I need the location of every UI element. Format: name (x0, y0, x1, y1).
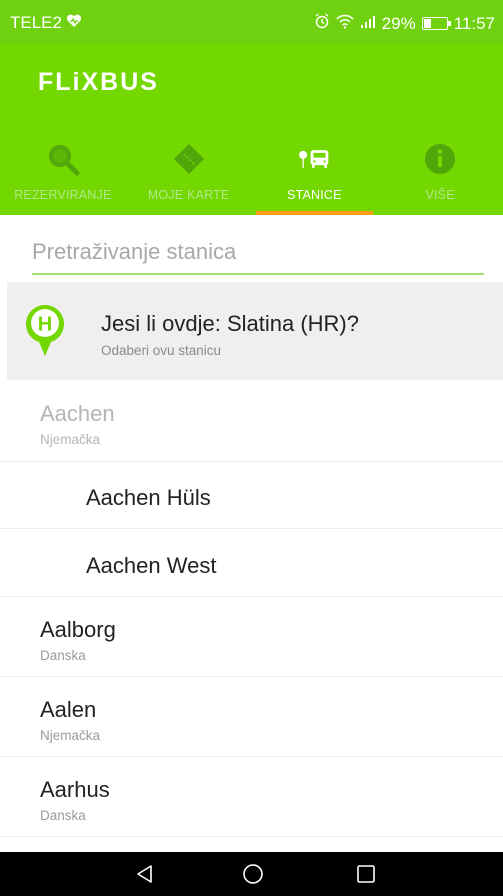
status-bar: TELE2 29% 11:57 (0, 0, 503, 44)
wifi-icon (336, 14, 354, 34)
search-input[interactable] (32, 233, 484, 271)
station-name: Aalborg (40, 617, 116, 642)
tab-label: VIŠE (425, 188, 455, 202)
tab-moje-karte[interactable]: MOJE KARTE (126, 136, 252, 215)
svg-text:H: H (38, 314, 52, 336)
station-name: Aarhus (40, 777, 110, 802)
battery-percent: 29% (381, 13, 416, 33)
list-item[interactable]: Aachen Njemačka (0, 380, 503, 462)
tab-vise[interactable]: VIŠE (377, 136, 503, 215)
battery-level (423, 19, 431, 28)
station-country: Danska (40, 648, 86, 663)
station-country: Danska (40, 808, 86, 823)
station-country: Njemačka (40, 432, 101, 447)
home-icon[interactable] (240, 861, 266, 887)
recents-icon[interactable] (353, 861, 379, 887)
list-item[interactable]: Aalen Njemačka (0, 677, 503, 757)
station-name: Aachen Hüls (86, 485, 211, 510)
station-name: Aachen West (86, 553, 217, 578)
info-icon (423, 142, 457, 176)
list-item[interactable]: Aarhus Danska (0, 757, 503, 837)
battery-icon (421, 17, 451, 30)
station-country: Njemačka (40, 728, 101, 743)
nearby-station-title: Jesi li ovdje: Slatina (HR)? (101, 311, 359, 336)
search-field (32, 233, 484, 275)
heart-icon (66, 13, 82, 33)
tab-label: MOJE KARTE (147, 188, 230, 202)
app-bar: FLiXBUS REZERVIRANJE MOJE KARTE STANICE (0, 44, 503, 215)
nearby-station-card[interactable]: H Jesi li ovdje: Slatina (HR)? Odaberi o… (7, 282, 503, 380)
signal-icon (360, 14, 376, 34)
ticket-icon (172, 142, 206, 176)
bus-stop-pin-icon: H (25, 302, 65, 358)
station-name: Aalen (40, 697, 97, 722)
tab-rezerviranje[interactable]: REZERVIRANJE (0, 136, 126, 215)
tab-bar: REZERVIRANJE MOJE KARTE STANICE VIŠE (0, 136, 503, 215)
active-tab-indicator (255, 211, 374, 215)
list-item[interactable]: Aachen West (0, 529, 503, 597)
station-name: Aachen (40, 401, 115, 426)
system-nav-bar (0, 852, 503, 896)
nearby-station-subtitle: Odaberi ovu stanicu (101, 343, 222, 358)
carrier-label: TELE2 (10, 13, 62, 32)
list-item[interactable]: Aachen Hüls (0, 462, 503, 529)
tab-stanice[interactable]: STANICE (252, 136, 378, 215)
station-list: Aachen Njemačka Aachen Hüls Aachen West … (0, 380, 503, 837)
list-item[interactable]: Aalborg Danska (0, 597, 503, 677)
clock: 11:57 (453, 13, 495, 33)
search-icon (46, 142, 80, 176)
alarm-icon (314, 13, 330, 34)
tab-label: STANICE (287, 188, 342, 202)
flixbus-logo: FLiXBUS (38, 68, 159, 96)
back-icon[interactable] (132, 861, 158, 887)
tab-label: REZERVIRANJE (14, 188, 112, 202)
bus-stop-icon (297, 142, 331, 176)
